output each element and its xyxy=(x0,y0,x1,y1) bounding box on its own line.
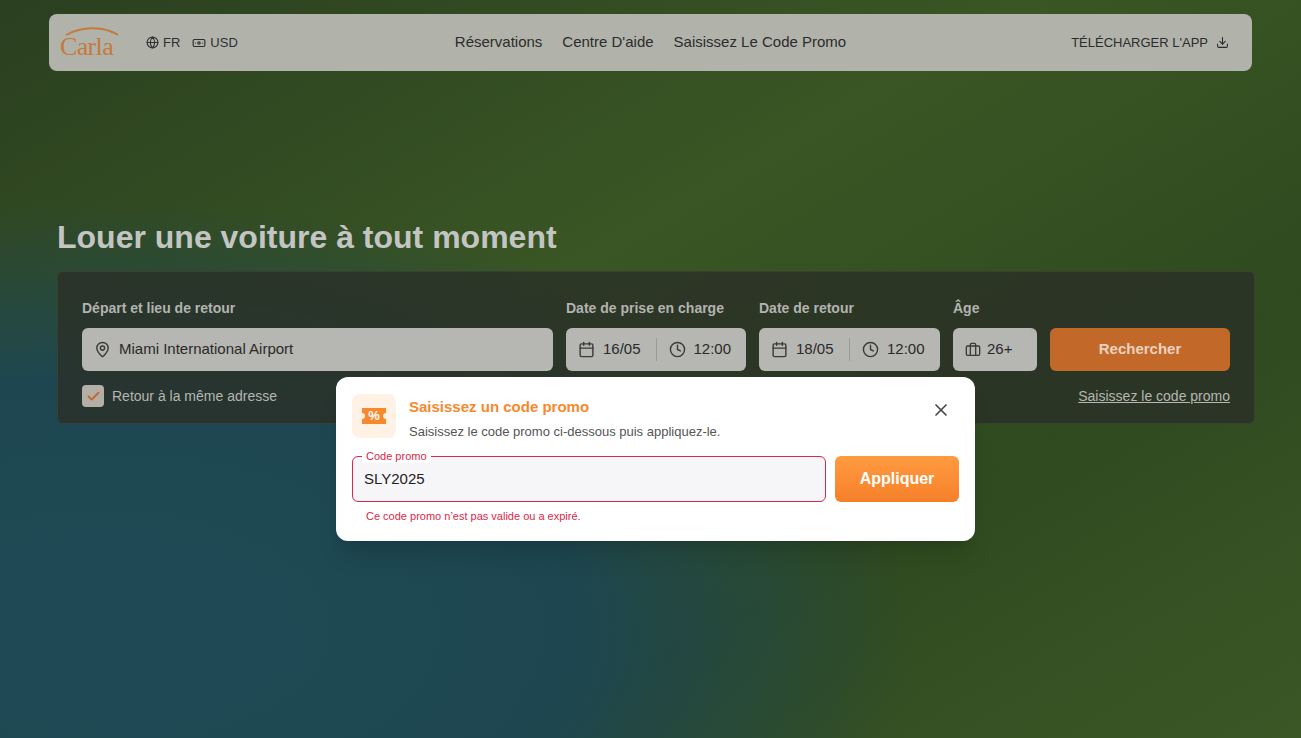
language-selector[interactable]: FR xyxy=(146,33,180,53)
apply-button[interactable]: Appliquer xyxy=(835,456,959,502)
currency-selector[interactable]: USD xyxy=(192,33,237,53)
money-icon xyxy=(192,36,206,50)
location-label: Départ et lieu de retour xyxy=(82,298,553,319)
check-icon xyxy=(86,389,101,404)
return-label: Date de retour xyxy=(759,298,940,319)
promo-input[interactable]: Code promoSLY2025 xyxy=(352,456,826,502)
modal-subtitle: Saisissez le code promo ci-dessous puis … xyxy=(409,422,918,442)
close-button[interactable] xyxy=(931,400,951,420)
time-value: 12:00 xyxy=(887,338,925,361)
promo-link[interactable]: Saisissez le code promo xyxy=(1078,386,1230,407)
promo-input-label: Code promo xyxy=(362,449,431,463)
checkbox-box xyxy=(82,385,104,407)
close-icon xyxy=(931,400,951,420)
nav-link[interactable]: Saisissez Le Code Promo xyxy=(674,31,847,54)
time-value: 12:00 xyxy=(694,338,732,361)
hero-title: Louer une voiture à tout moment xyxy=(57,217,1255,257)
download-icon xyxy=(1216,36,1229,49)
calendar-icon xyxy=(578,341,595,358)
search-button[interactable]: Rechercher xyxy=(1050,328,1230,371)
date-value: 18/05 xyxy=(796,338,834,361)
globe-icon xyxy=(146,36,159,49)
age-field[interactable]: 26+ xyxy=(953,328,1037,371)
return-field[interactable]: 18/05 12:00 xyxy=(759,328,940,371)
modal-title: Saisissez un code promo xyxy=(409,396,918,419)
error-message: Ce code promo n’est pas valide ou a expi… xyxy=(352,508,959,525)
location-field[interactable]: Miami International Airport xyxy=(82,328,553,371)
page: Carla FR USD Réservations Centre D'aide Saisi… xyxy=(0,0,1301,738)
ticket-icon: % xyxy=(352,394,396,438)
pickup-field[interactable]: 16/05 12:00 xyxy=(566,328,746,371)
nav-link[interactable]: Centre D'aide xyxy=(562,31,653,54)
age-label: Âge xyxy=(953,298,1037,319)
calendar-icon xyxy=(771,341,788,358)
nav-link[interactable]: Réservations xyxy=(455,31,543,54)
logo[interactable]: Carla xyxy=(60,26,120,60)
clock-icon xyxy=(862,341,879,358)
pickup-label: Date de prise en charge xyxy=(566,298,746,319)
promo-value: SLY2025 xyxy=(364,468,425,491)
download-app-button[interactable]: TÉLÉCHARGER L'APP xyxy=(1071,33,1241,53)
clock-icon xyxy=(669,341,686,358)
age-icon xyxy=(965,342,981,358)
nav-bar: Carla FR USD Réservations Centre D'aide Saisi… xyxy=(49,14,1252,71)
pin-icon xyxy=(94,341,111,358)
date-value: 16/05 xyxy=(603,338,641,361)
same-return-checkbox[interactable]: Retour à la même adresse xyxy=(82,385,277,407)
promo-modal: % Saisissez un code promo Saisissez le cod… xyxy=(336,377,975,541)
